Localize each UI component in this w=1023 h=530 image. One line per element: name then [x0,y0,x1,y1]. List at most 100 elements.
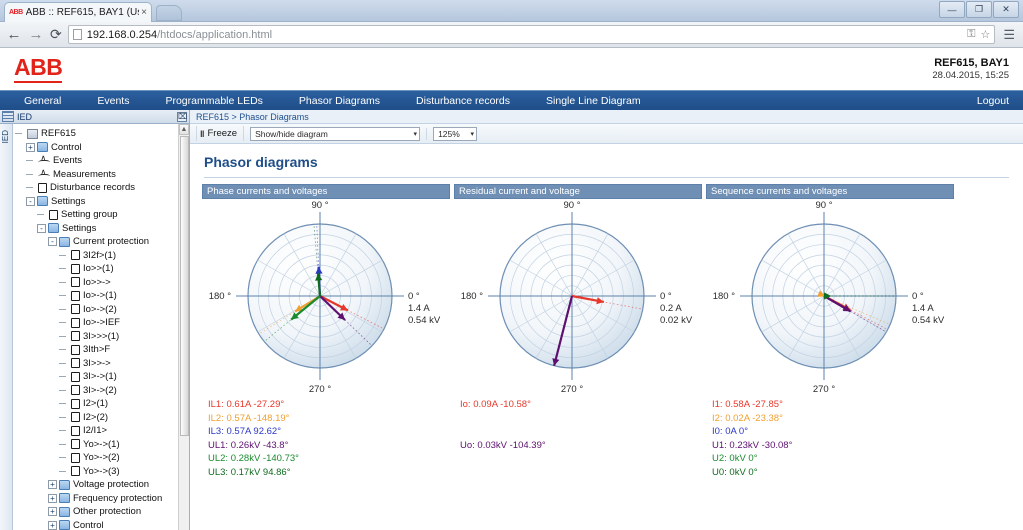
close-icon[interactable]: × [141,7,147,18]
nav-item-events[interactable]: Events [79,91,147,111]
tree-item-io[interactable]: Io>>-> [15,276,189,290]
tree-item-current-protection[interactable]: - Current protection [15,235,189,249]
expand-icon[interactable]: + [48,520,57,530]
folder-icon [37,142,48,153]
tree-item-yo-3[interactable]: Yo>->(3) [15,465,189,479]
tree-item-io-1[interactable]: Io>->(1) [15,289,189,303]
logout-button[interactable]: Logout [959,91,1023,111]
forward-icon[interactable]: → [28,27,44,42]
tree-item-i2-1[interactable]: I2>(1) [15,397,189,411]
tree-connector [59,430,66,432]
tree-connector [37,214,44,216]
doc-icon [71,452,80,463]
tree-item-yo-1[interactable]: Yo>->(1) [15,438,189,452]
maximize-icon[interactable]: ❐ [966,1,992,18]
page-info-icon[interactable] [72,29,82,40]
tree-item-io-2[interactable]: Io>->(2) [15,303,189,317]
sidebar-close-icon[interactable]: ⌧ [177,111,187,122]
collapse-icon[interactable]: - [26,196,35,206]
freeze-button[interactable]: ‖ Freeze [196,126,245,141]
nav-item-general[interactable]: General [6,91,79,111]
svg-text:0.54 kV: 0.54 kV [912,315,945,326]
tree-item-measurements[interactable]: Measurements [15,167,189,182]
star-icon[interactable]: ☆ [980,28,990,41]
nav-item-disturbance-records[interactable]: Disturbance records [398,91,528,111]
tree-connector [59,416,66,418]
tree-item-frequency-protection[interactable]: + Frequency protection [15,492,189,506]
tree-item-label: Frequency protection [73,492,163,504]
phasor-plot[interactable]: 90 ° 270 ° 180 ° 0 ° 1.4 A 0.54 kV [202,199,450,394]
browser-tab[interactable]: ABB ABB :: REF615, BAY1 (User × [4,2,152,22]
tree-item-3i[interactable]: 3I>>-> [15,357,189,371]
key-icon[interactable]: ⚿ [967,28,975,41]
svg-text:0.02 kV: 0.02 kV [660,315,693,326]
tree-item-io-1[interactable]: Io>>(1) [15,262,189,276]
doc-icon [71,277,80,288]
tree-item-3i-1[interactable]: 3I>->(1) [15,370,189,384]
tree-item-settings[interactable]: - Settings [15,222,189,236]
tree-item-label: 3I>->(1) [83,371,117,383]
tree-item-3i2f-1[interactable]: 3I2f>(1) [15,249,189,263]
device-info: REF615, BAY1 28.04.2015, 15:25 [932,56,1009,83]
folder-icon [59,493,70,504]
chevron-down-icon: ▾ [470,130,475,138]
tree-item-label: 3Ith>F [83,344,111,356]
phasor-plot[interactable]: 90 ° 270 ° 180 ° 0 ° 0.2 A 0.02 kV [454,199,702,394]
tree-item-io-ief[interactable]: Io>->IEF [15,316,189,330]
sidebar-rail-label: IED [1,130,10,144]
nav-item-phasor-diagrams[interactable]: Phasor Diagrams [281,91,398,111]
tree-item-voltage-protection[interactable]: + Voltage protection [15,478,189,492]
tree-item-settings[interactable]: - Settings [15,195,189,209]
tree-item-i2-i1[interactable]: I2/I1> [15,424,189,438]
tree-connector [59,349,66,351]
tree-item-3i-2[interactable]: 3I>->(2) [15,384,189,398]
panel-grip-icon[interactable] [2,111,14,122]
diagram-toolbar: ‖ Freeze Show/hide diagram ▾ 125% ▾ [190,124,1023,144]
tree-item-control[interactable]: + Control [15,141,189,155]
menu-icon[interactable]: ☰ [1001,27,1017,43]
tree-item-label: Disturbance records [50,182,136,194]
tree-item-label: Io>>(1) [83,263,114,275]
address-bar[interactable]: 192.168.0.254 /htdocs/application.html ⚿… [67,25,996,44]
tree-item-3ith-f[interactable]: 3Ith>F [15,343,189,357]
expand-icon[interactable]: + [48,480,57,490]
pause-icon: ‖ [200,128,205,139]
collapse-icon[interactable]: - [37,223,46,233]
new-tab-button[interactable] [156,5,182,21]
expand-icon[interactable]: + [48,493,57,503]
scroll-up-icon[interactable]: ▲ [179,124,189,135]
legend-item-il3: IL3: 0.57A 92.62° [208,426,281,437]
expand-icon[interactable]: + [48,507,57,517]
back-icon[interactable]: ← [6,27,22,42]
tree-item-3i-1[interactable]: 3I>>>(1) [15,330,189,344]
doc-icon [71,317,80,328]
legend-item-u0: U0: 0kV 0° [712,466,758,478]
nav-item-programmable-leds[interactable]: Programmable LEDs [147,91,280,111]
collapse-icon[interactable]: - [48,237,57,247]
tree-item-setting-group[interactable]: Setting group [15,208,189,222]
show-hide-diagram-select[interactable]: Show/hide diagram ▾ [250,126,421,141]
sidebar-scrollbar[interactable]: ▲ [178,124,189,530]
tree-item-yo-2[interactable]: Yo>->(2) [15,451,189,465]
tree-item-disturbance-records[interactable]: Disturbance records [15,181,189,195]
phasor-plot[interactable]: 90 ° 270 ° 180 ° 0 ° 1.4 A 0.54 kV [706,199,954,394]
minimize-icon[interactable]: — [939,1,965,18]
tree-item-control[interactable]: + Control [15,519,189,530]
nav-item-single-line-diagram[interactable]: Single Line Diagram [528,91,659,111]
window-close-icon[interactable]: ✕ [993,1,1019,18]
expand-icon[interactable]: + [26,142,35,152]
tree-item-events[interactable]: Events [15,153,189,168]
scrollbar-thumb[interactable] [180,136,189,436]
tree-item-ref615[interactable]: REF615 [15,127,189,141]
tree-item-i2-2[interactable]: I2>(2) [15,411,189,425]
folder-icon [59,479,70,490]
sidebar-rail-tab[interactable]: IED [0,124,13,530]
legend-item-il2: IL2: 0.57A -148.19° [208,412,290,424]
doc-icon [71,439,80,450]
tree-item-label: Current protection [73,236,150,248]
ied-tree[interactable]: REF615 + Control EventsMeasurements Disturba… [13,124,189,530]
doc-icon [71,358,80,369]
zoom-select[interactable]: 125% ▾ [433,126,478,141]
reload-icon[interactable]: ⟳ [50,26,62,43]
tree-item-other-protection[interactable]: + Other protection [15,505,189,519]
